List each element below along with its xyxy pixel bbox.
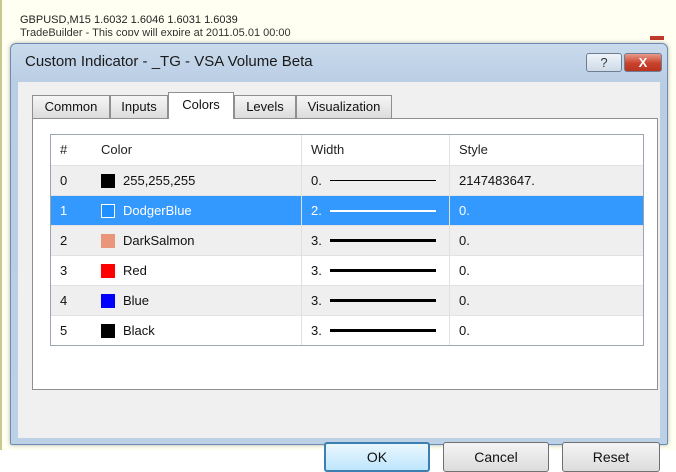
chart-close-mark xyxy=(650,36,664,40)
color-name: DodgerBlue xyxy=(123,203,192,218)
ok-button[interactable]: OK xyxy=(324,442,430,472)
table-row[interactable]: 0 255,255,255 0. 2147483647. xyxy=(51,165,643,195)
table-row[interactable]: 5 Black 3. 0. xyxy=(51,315,643,345)
width-line-preview xyxy=(330,329,436,332)
chart-license-line: TradeBuilder - This copy will expire at … xyxy=(20,27,291,36)
chart-symbol-line: GBPUSD,M15 1.6032 1.6046 1.6031 1.6039 xyxy=(20,14,238,26)
color-swatch[interactable] xyxy=(101,174,115,188)
row-index: 5 xyxy=(60,323,68,338)
row-style[interactable]: 0. xyxy=(459,203,470,218)
row-width[interactable]: 3. xyxy=(311,233,322,248)
table-row[interactable]: 3 Red 3. 0. xyxy=(51,255,643,285)
close-button[interactable]: X xyxy=(624,53,662,72)
color-name: Red xyxy=(123,263,147,278)
color-name: Blue xyxy=(123,293,150,308)
row-style[interactable]: 2147483647. xyxy=(459,173,535,188)
custom-indicator-dialog: Custom Indicator - _TG - VSA Volume Beta… xyxy=(10,43,668,472)
color-swatch[interactable] xyxy=(101,294,115,308)
row-width[interactable]: 3. xyxy=(311,293,322,308)
width-line-preview xyxy=(330,180,436,181)
tab-common[interactable]: Common xyxy=(32,95,110,118)
row-style[interactable]: 0. xyxy=(459,233,470,248)
row-style[interactable]: 0. xyxy=(459,263,470,278)
table-row[interactable]: 1 DodgerBlue 2. 0. xyxy=(51,195,643,225)
header-style[interactable]: Style xyxy=(459,142,488,157)
row-index: 2 xyxy=(60,233,68,248)
color-swatch[interactable] xyxy=(101,324,115,338)
header-color[interactable]: Color xyxy=(101,142,132,157)
tab-levels[interactable]: Levels xyxy=(234,95,296,118)
color-swatch[interactable] xyxy=(101,204,115,218)
width-line-preview xyxy=(330,299,436,302)
row-width[interactable]: 2. xyxy=(311,203,322,218)
dialog-title: Custom Indicator - _TG - VSA Volume Beta xyxy=(25,53,313,70)
row-width[interactable]: 0. xyxy=(311,173,322,188)
dialog-titlebar[interactable]: Custom Indicator - _TG - VSA Volume Beta… xyxy=(11,44,667,82)
row-index: 1 xyxy=(60,203,68,218)
tab-colors[interactable]: Colors xyxy=(168,92,234,119)
colors-panel: # Color Width Style 0 255,255,255 0. 214748… xyxy=(32,118,658,390)
cancel-button[interactable]: Cancel xyxy=(443,442,549,472)
row-index: 4 xyxy=(60,293,68,308)
colors-list[interactable]: # Color Width Style 0 255,255,255 0. 214748… xyxy=(50,134,644,346)
color-name: 255,255,255 xyxy=(123,173,196,188)
tab-visualization[interactable]: Visualization xyxy=(296,95,392,118)
list-header: # Color Width Style xyxy=(51,135,643,165)
row-index: 0 xyxy=(60,173,68,188)
header-width[interactable]: Width xyxy=(311,142,344,157)
dialog-client: Common Inputs Colors Levels Visualizatio… xyxy=(18,82,660,472)
chart-header: GBPUSD,M15 1.6032 1.6046 1.6031 1.6039 T… xyxy=(20,14,291,36)
width-line-preview xyxy=(330,210,436,212)
color-name: DarkSalmon xyxy=(123,233,195,248)
width-line-preview xyxy=(330,239,436,242)
header-index[interactable]: # xyxy=(60,142,67,157)
reset-button[interactable]: Reset xyxy=(562,442,660,472)
row-index: 3 xyxy=(60,263,68,278)
tab-inputs[interactable]: Inputs xyxy=(110,95,168,118)
row-style[interactable]: 0. xyxy=(459,323,470,338)
table-row[interactable]: 4 Blue 3. 0. xyxy=(51,285,643,315)
table-row[interactable]: 2 DarkSalmon 3. 0. xyxy=(51,225,643,255)
color-name: Black xyxy=(123,323,155,338)
row-style[interactable]: 0. xyxy=(459,293,470,308)
row-width[interactable]: 3. xyxy=(311,263,322,278)
width-line-preview xyxy=(330,269,436,272)
help-button[interactable]: ? xyxy=(586,53,622,72)
color-swatch[interactable] xyxy=(101,234,115,248)
color-swatch[interactable] xyxy=(101,264,115,278)
row-width[interactable]: 3. xyxy=(311,323,322,338)
